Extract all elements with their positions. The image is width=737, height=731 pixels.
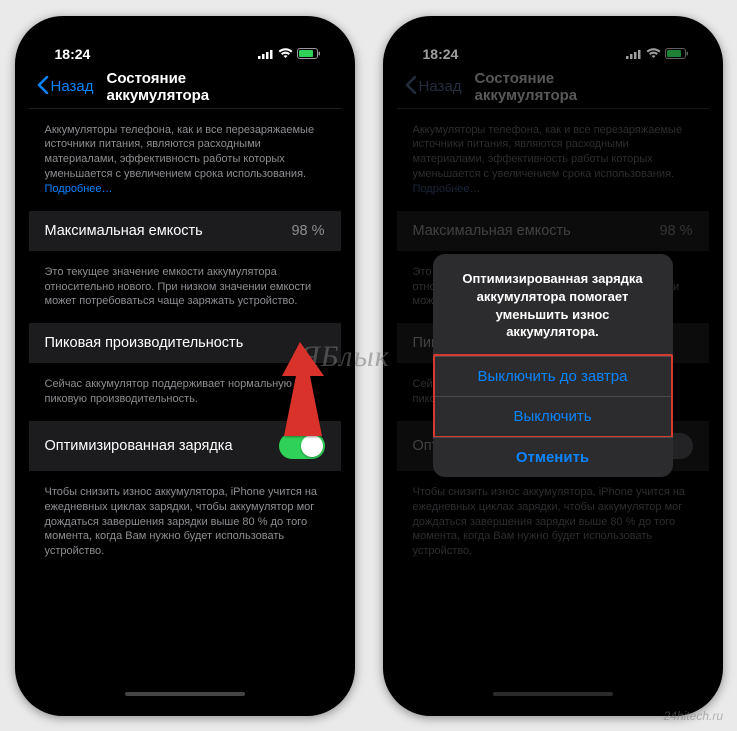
peak-cell[interactable]: Пиковая производительность <box>29 323 341 363</box>
optimized-label: Оптимизированная зарядка <box>45 438 233 454</box>
alert-disable[interactable]: Выключить <box>435 396 671 436</box>
peak-label: Пиковая производительность <box>45 335 244 351</box>
phone-left: 18:24 На <box>15 16 355 716</box>
notch <box>110 30 260 54</box>
capacity-label: Максимальная емкость <box>45 223 203 239</box>
alert-cancel[interactable]: Отменить <box>433 437 673 477</box>
phone-right: 18:24 На <box>383 16 723 716</box>
alert-disable-until-tomorrow[interactable]: Выключить до завтра <box>435 356 671 396</box>
home-indicator[interactable] <box>125 692 245 696</box>
chevron-left-icon <box>37 76 49 98</box>
nav-title: Состояние аккумулятора <box>107 70 263 104</box>
capacity-cell[interactable]: Максимальная емкость 98 % <box>29 211 341 251</box>
battery-icon <box>297 48 321 59</box>
optimized-cell: Оптимизированная зарядка <box>29 421 341 471</box>
optimized-toggle[interactable] <box>279 433 325 459</box>
alert-backdrop: Оптимизированная зарядка аккумулятора по… <box>397 30 709 702</box>
desc-optimized: Чтобы снизить износ аккумулятора, iPhone… <box>29 471 341 573</box>
alert-title: Оптимизированная зарядка аккумулятора по… <box>433 254 673 354</box>
status-time: 18:24 <box>55 46 91 62</box>
content: Аккумуляторы телефона, как и все перезар… <box>29 109 341 695</box>
back-label: Назад <box>51 78 94 95</box>
highlight-box: Выключить до завтра Выключить <box>433 354 673 438</box>
toggle-knob <box>301 435 323 457</box>
more-link[interactable]: Подробнее… <box>45 183 113 195</box>
desc-peak: Сейчас аккумулятор поддерживает нормальн… <box>29 363 341 421</box>
desc-capacity: Это текущее значение емкости аккумулятор… <box>29 251 341 324</box>
desc-intro: Аккумуляторы телефона, как и все перезар… <box>29 109 341 211</box>
alert-sheet: Оптимизированная зарядка аккумулятора по… <box>433 254 673 476</box>
credit: 24hitech.ru <box>664 709 723 723</box>
back-button[interactable]: Назад <box>37 76 94 98</box>
notch <box>478 30 628 54</box>
nav-bar: Назад Состояние аккумулятора <box>29 68 341 109</box>
wifi-icon <box>278 48 293 59</box>
capacity-value: 98 % <box>291 223 324 239</box>
signal-icon <box>258 49 274 59</box>
